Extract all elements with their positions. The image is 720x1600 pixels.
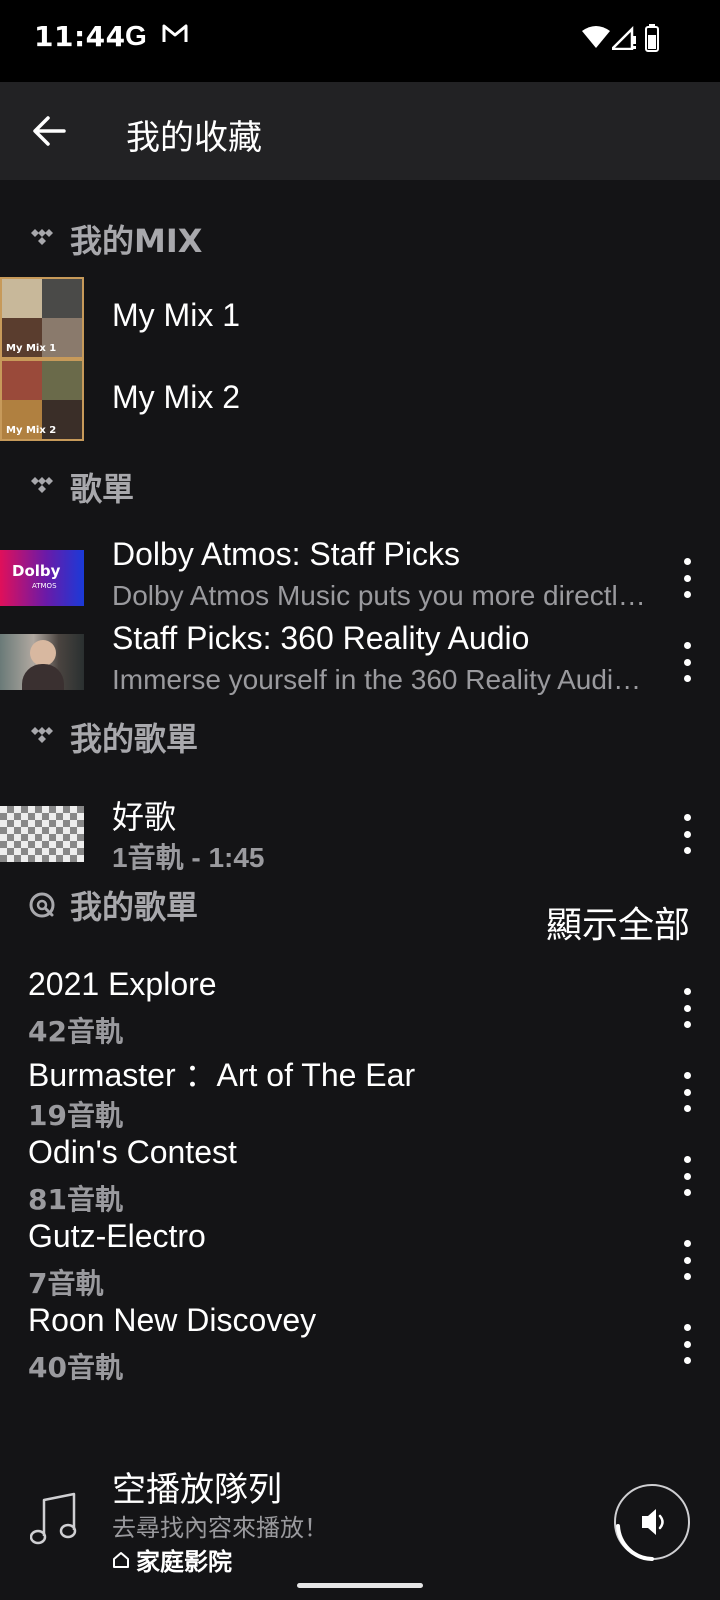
mix-cover-label: My Mix 2 [6, 425, 57, 436]
tidal-icon [31, 229, 53, 245]
more-options-button[interactable] [680, 1324, 694, 1364]
music-note-icon [30, 1492, 77, 1545]
playlist-title: Burmaster ：Art of The Ear [28, 1057, 416, 1093]
section-title: 我的歌單 [70, 888, 199, 926]
signal-icon [612, 25, 636, 50]
gmail-icon [162, 24, 188, 42]
status-bar: 11:44 G [0, 0, 720, 82]
playlist-cover-text: Dolby [12, 562, 61, 580]
more-options-button[interactable] [680, 1156, 694, 1196]
mix-item[interactable]: My Mix 2 My Mix 2 [0, 359, 720, 441]
more-options-button[interactable] [680, 642, 694, 682]
zone-name: 家庭影院 [136, 1548, 232, 1576]
playlist-track-info: 1音軌 - 1:45 [112, 842, 265, 873]
wifi-icon [582, 26, 610, 48]
mix-cover: My Mix 1 [0, 277, 84, 359]
playlist-item[interactable]: Odin's Contest 81音軌 [0, 1134, 720, 1218]
section-my-playlists-header: 我的歌單 [28, 714, 198, 760]
more-options-button[interactable] [680, 1072, 694, 1112]
playlist-title: 好歌 [112, 799, 177, 835]
mix-item[interactable]: My Mix 1 My Mix 1 [0, 277, 720, 359]
more-options-button[interactable] [680, 814, 694, 854]
speaker-icon [642, 1509, 664, 1535]
playlist-item[interactable]: Dolby ATMOS Dolby Atmos: Staff Picks Dol… [0, 536, 720, 620]
playlist-cover-subtext: ATMOS [32, 582, 57, 590]
status-time: 11:44 [34, 20, 126, 53]
playlist-track-count: 7音軌 [28, 1267, 104, 1300]
playlist-title: Odin's Contest [28, 1134, 237, 1170]
mix-title: My Mix 1 [112, 297, 240, 333]
section-title: 歌單 [70, 470, 135, 508]
playlist-title: Gutz-Electro [28, 1218, 206, 1254]
section-title: 我的歌單 [70, 720, 199, 758]
more-options-button[interactable] [680, 988, 694, 1028]
playlist-description: Immerse yourself in the 360 Reality Audi… [112, 664, 642, 695]
playlist-title: Roon New Discovey [28, 1302, 317, 1338]
playlist-item[interactable]: Staff Picks: 360 Reality Audio Immerse y… [0, 620, 720, 704]
playlist-track-count: 81音軌 [28, 1183, 123, 1216]
playlist-track-count: 40音軌 [28, 1351, 123, 1384]
playlist-title: 2021 Explore [28, 966, 217, 1002]
roon-icon [29, 892, 55, 918]
now-playing-subtitle: 去尋找內容來播放！ [112, 1514, 328, 1542]
section-title: 我的MIX [70, 222, 203, 260]
volume-button[interactable] [612, 1482, 692, 1562]
zone-selector[interactable]: 家庭影院 [112, 1542, 232, 1577]
home-indicator[interactable] [297, 1583, 423, 1588]
now-playing-bar[interactable]: 空播放隊列 去尋找內容來播放！ 家庭影院 [0, 1436, 720, 1576]
playlist-cover [0, 806, 84, 862]
google-icon: G [125, 20, 147, 51]
playlist-item[interactable]: Burmaster ：Art of The Ear 19音軌 [0, 1050, 720, 1134]
mix-title: My Mix 2 [112, 379, 240, 415]
more-options-button[interactable] [680, 1240, 694, 1280]
playlist-item[interactable]: 2021 Explore 42音軌 [0, 966, 720, 1050]
show-all-link[interactable]: 顯示全部 [546, 896, 690, 948]
section-my-mix-header: 我的MIX [28, 216, 202, 262]
playlist-track-count: 42音軌 [28, 1015, 123, 1048]
playlist-title: Staff Picks: 360 Reality Audio [112, 620, 530, 656]
now-playing-title: 空播放隊列 [112, 1470, 282, 1510]
playlist-track-count: 19音軌 [28, 1099, 123, 1132]
playlist-description: Dolby Atmos Music puts you more directl… [112, 580, 646, 611]
page-title: 我的收藏 [126, 118, 262, 158]
more-options-button[interactable] [680, 558, 694, 598]
playlist-item[interactable]: 好歌 1音軌 - 1:45 [0, 792, 720, 876]
section-playlists-header: 歌單 [28, 464, 134, 510]
app-bar: 我的收藏 [0, 82, 720, 180]
back-button[interactable] [28, 110, 70, 152]
mix-cover-label: My Mix 1 [6, 343, 57, 354]
section-roon-playlists-header: 我的歌單 [28, 882, 198, 928]
playlist-title: Dolby Atmos: Staff Picks [112, 536, 460, 572]
tidal-icon [31, 727, 53, 743]
mix-cover: My Mix 2 [0, 359, 84, 441]
tidal-icon [31, 477, 53, 493]
battery-icon [645, 24, 659, 52]
playlist-cover [0, 634, 84, 690]
playlist-item[interactable]: Roon New Discovey 40音軌 [0, 1302, 720, 1386]
playlist-item[interactable]: Gutz-Electro 7音軌 [0, 1218, 720, 1302]
home-icon [113, 1551, 129, 1568]
playlist-cover: Dolby ATMOS [0, 550, 84, 606]
